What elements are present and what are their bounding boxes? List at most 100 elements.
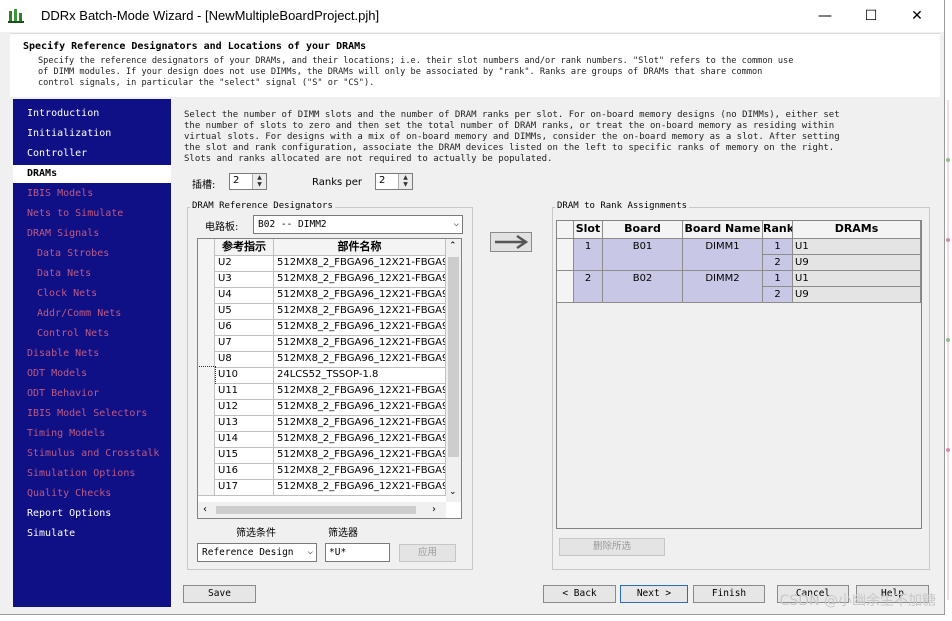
table-row[interactable]: U2 512MX8_2_FBGA96_12X21-FBGA9 <box>198 255 446 272</box>
spin-up-icon[interactable]: ▲ <box>253 174 266 181</box>
nav-item-drams[interactable]: DRAMs <box>13 165 171 183</box>
nav-item-odt-models[interactable]: ODT Models <box>13 365 171 383</box>
table-row[interactable]: U11 512MX8_2_FBGA96_12X21-FBGA9 <box>198 383 446 400</box>
table-row[interactable]: U6 512MX8_2_FBGA96_12X21-FBGA9 <box>198 319 446 336</box>
row-selector[interactable] <box>198 383 215 399</box>
hscrollbar-thumb[interactable] <box>216 506 416 514</box>
finish-button[interactable]: Finish <box>693 585 765 603</box>
row-selector[interactable] <box>198 431 215 447</box>
maximize-button[interactable]: ☐ <box>848 0 894 32</box>
row-selector[interactable] <box>198 335 215 351</box>
nav-item-initialization[interactable]: Initialization <box>13 125 171 143</box>
nav-item-data-nets[interactable]: Data Nets <box>13 265 171 283</box>
table-row[interactable]: U16 512MX8_2_FBGA96_12X21-FBGA9 <box>198 463 446 480</box>
nav-item-report-options[interactable]: Report Options <box>13 505 171 523</box>
nav-item-simulation-options[interactable]: Simulation Options <box>13 465 171 483</box>
table-row[interactable]: U17 512MX8_2_FBGA96_12X21-FBGA9 <box>198 479 446 496</box>
scroll-down-icon[interactable]: ⌄ <box>449 487 457 497</box>
filter-label: 筛选器 <box>328 528 358 539</box>
filter-condition-select[interactable]: Reference Design ⌵ <box>197 543 317 562</box>
row-selector[interactable] <box>198 287 215 303</box>
scroll-right-icon[interactable]: › <box>432 504 436 515</box>
table-row[interactable]: U13 512MX8_2_FBGA96_12X21-FBGA9 <box>198 415 446 432</box>
col-board[interactable]: Board <box>603 221 683 239</box>
row-selector[interactable] <box>198 479 215 495</box>
apply-filter-button[interactable]: 应用 <box>399 544 456 562</box>
ref-des-cell: U11 <box>215 383 274 399</box>
table-row[interactable]: U3 512MX8_2_FBGA96_12X21-FBGA9 <box>198 271 446 288</box>
col-ref-des[interactable]: 参考指示 <box>215 239 274 255</box>
row-selector[interactable] <box>198 399 215 415</box>
ranks-spinner[interactable]: 2 ▲ ▼ <box>375 173 413 190</box>
row-selector[interactable] <box>557 239 574 271</box>
col-part-name[interactable]: 部件名称 <box>274 239 446 255</box>
table-row[interactable]: U14 512MX8_2_FBGA96_12X21-FBGA9 <box>198 431 446 448</box>
nav-item-ibis-model-selectors[interactable]: IBIS Model Selectors <box>13 405 171 423</box>
table-row[interactable]: U7 512MX8_2_FBGA96_12X21-FBGA9 <box>198 335 446 352</box>
scrollbar-thumb[interactable] <box>448 257 459 457</box>
table-row[interactable]: U4 512MX8_2_FBGA96_12X21-FBGA9 <box>198 287 446 304</box>
slots-spinner[interactable]: 2 ▲ ▼ <box>229 173 267 190</box>
col-drams[interactable]: DRAMs <box>793 221 921 239</box>
nav-item-introduction[interactable]: Introduction <box>13 105 171 123</box>
nav-item-disable-nets[interactable]: Disable Nets <box>13 345 171 363</box>
nav-item-control-nets[interactable]: Control Nets <box>13 325 171 343</box>
spin-down-icon[interactable]: ▼ <box>253 181 266 188</box>
nav-item-odt-behavior[interactable]: ODT Behavior <box>13 385 171 403</box>
ranks-spin-arrows[interactable]: ▲ ▼ <box>398 174 412 189</box>
table-row[interactable]: U10 24LCS52_TSSOP-1.8 <box>198 366 446 384</box>
table-row[interactable]: U5 512MX8_2_FBGA96_12X21-FBGA9 <box>198 303 446 320</box>
slots-spin-arrows[interactable]: ▲ ▼ <box>252 174 266 189</box>
nav-item-simulate[interactable]: Simulate <box>13 525 171 543</box>
drams-cell[interactable]: U9 <box>793 287 921 303</box>
spin-down-icon[interactable]: ▼ <box>399 181 412 188</box>
col-board-name[interactable]: Board Name <box>683 221 763 239</box>
minimize-button[interactable]: — <box>802 0 848 32</box>
nav-item-quality-checks[interactable]: Quality Checks <box>13 485 171 503</box>
background-circuit-strip <box>946 100 950 600</box>
assign-arrow-button[interactable] <box>490 232 532 252</box>
scroll-left-icon[interactable]: ‹ <box>203 504 207 515</box>
vertical-scrollbar[interactable]: ⌃ ⌄ <box>446 239 461 502</box>
row-selector[interactable] <box>198 415 215 431</box>
horizontal-scrollbar[interactable]: ‹ › <box>198 502 446 518</box>
nav-item-stimulus-and-crosstalk[interactable]: Stimulus and Crosstalk <box>13 445 171 463</box>
part-name-cell: 512MX8_2_FBGA96_12X21-FBGA9 <box>274 431 446 447</box>
scroll-up-icon[interactable]: ⌃ <box>449 241 457 251</box>
nav-item-clock-nets[interactable]: Clock Nets <box>13 285 171 303</box>
col-rank[interactable]: Rank <box>763 221 793 239</box>
row-selector[interactable] <box>198 271 215 287</box>
nav-item-nets-to-simulate[interactable]: Nets to Simulate <box>13 205 171 223</box>
save-button[interactable]: Save <box>183 585 256 603</box>
nav-item-controller[interactable]: Controller <box>13 145 171 163</box>
col-slot[interactable]: Slot <box>574 221 603 239</box>
table-row[interactable]: U8 512MX8_2_FBGA96_12X21-FBGA9 <box>198 351 446 368</box>
row-selector[interactable] <box>198 319 215 335</box>
slots-label: 插槽: <box>192 180 216 191</box>
row-selector[interactable] <box>557 271 574 303</box>
row-selector[interactable] <box>198 255 215 271</box>
spin-up-icon[interactable]: ▲ <box>399 174 412 181</box>
next-button[interactable]: Next > <box>620 585 688 603</box>
remove-selected-button[interactable]: 删除所选 <box>559 538 665 556</box>
close-button[interactable]: ✕ <box>894 0 940 32</box>
nav-item-timing-models[interactable]: Timing Models <box>13 425 171 443</box>
row-selector[interactable] <box>198 366 216 384</box>
row-selector[interactable] <box>198 303 215 319</box>
drams-cell[interactable]: U1 <box>793 239 921 255</box>
table-row[interactable]: U12 512MX8_2_FBGA96_12X21-FBGA9 <box>198 399 446 416</box>
ref-des-cell: U5 <box>215 303 274 319</box>
row-selector[interactable] <box>198 351 215 367</box>
back-button[interactable]: < Back <box>543 585 616 603</box>
drams-cell[interactable]: U1 <box>793 271 921 287</box>
board-select[interactable]: B02 -- DIMM2 ⌵ <box>253 215 463 234</box>
row-selector[interactable] <box>198 447 215 463</box>
row-selector[interactable] <box>198 463 215 479</box>
drams-cell[interactable]: U9 <box>793 255 921 271</box>
nav-item-dram-signals[interactable]: DRAM Signals <box>13 225 171 243</box>
table-row[interactable]: U15 512MX8_2_FBGA96_12X21-FBGA9 <box>198 447 446 464</box>
nav-item-data-strobes[interactable]: Data Strobes <box>13 245 171 263</box>
filter-input[interactable]: *U* <box>325 543 390 562</box>
nav-item-addr-comm-nets[interactable]: Addr/Comm Nets <box>13 305 171 323</box>
nav-item-ibis-models[interactable]: IBIS Models <box>13 185 171 203</box>
